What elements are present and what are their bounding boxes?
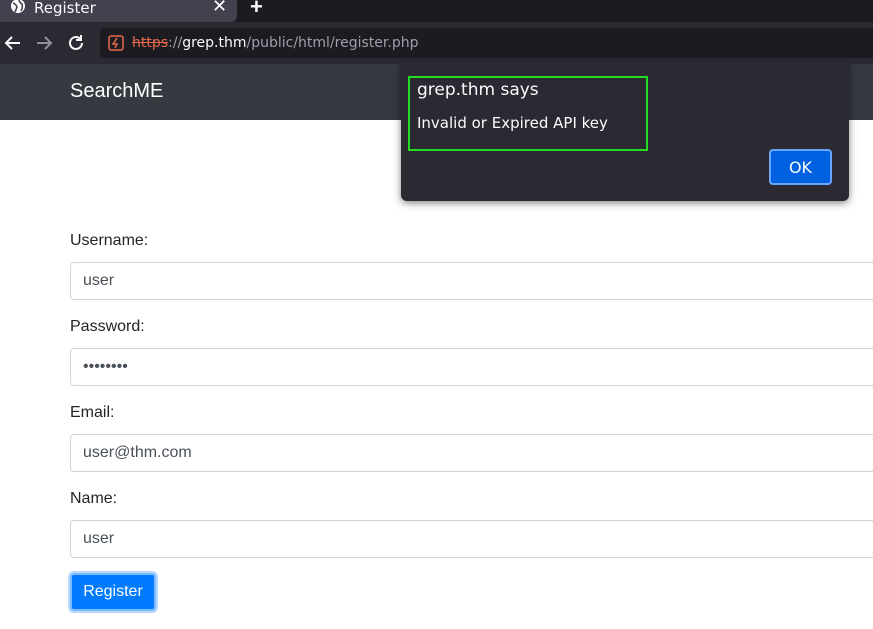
dialog-message: Invalid or Expired API key (417, 114, 608, 132)
forward-arrow-icon[interactable] (33, 32, 55, 54)
close-tab-icon[interactable]: ✕ (212, 0, 227, 17)
reload-icon[interactable] (65, 32, 87, 54)
url-bar[interactable]: https://grep.thm/public/html/register.ph… (100, 28, 873, 58)
back-arrow-icon[interactable] (2, 32, 24, 54)
alert-dialog: grep.thm says Invalid or Expired API key… (401, 62, 849, 201)
username-label: Username: (70, 232, 149, 249)
email-label: Email: (70, 404, 115, 421)
url-scheme: https (132, 35, 169, 51)
username-input[interactable]: user (70, 262, 873, 300)
name-label: Name: (70, 490, 118, 507)
tab-bar: Register ✕ + (0, 0, 873, 22)
url-host: grep.thm (182, 35, 247, 51)
brand-logo[interactable]: SearchME (70, 80, 163, 103)
insecure-connection-icon[interactable] (108, 35, 124, 51)
tab-title: Register (34, 0, 96, 17)
password-input[interactable]: •••••••• (70, 348, 873, 386)
name-input[interactable]: user (70, 520, 873, 558)
email-input[interactable]: user@thm.com (70, 434, 873, 472)
tab-register[interactable]: Register ✕ (0, 0, 237, 22)
dialog-title: grep.thm says (417, 80, 539, 100)
navigation-bar: https://grep.thm/public/html/register.ph… (0, 22, 873, 64)
register-button[interactable]: Register (70, 573, 156, 611)
password-label: Password: (70, 318, 145, 335)
new-tab-button[interactable]: + (250, 0, 263, 20)
ok-button[interactable]: OK (769, 149, 832, 185)
url-text: https://grep.thm/public/html/register.ph… (132, 35, 418, 51)
url-separator: :// (168, 35, 183, 51)
globe-icon (10, 0, 26, 14)
url-path: /public/html/register.php (246, 35, 419, 51)
